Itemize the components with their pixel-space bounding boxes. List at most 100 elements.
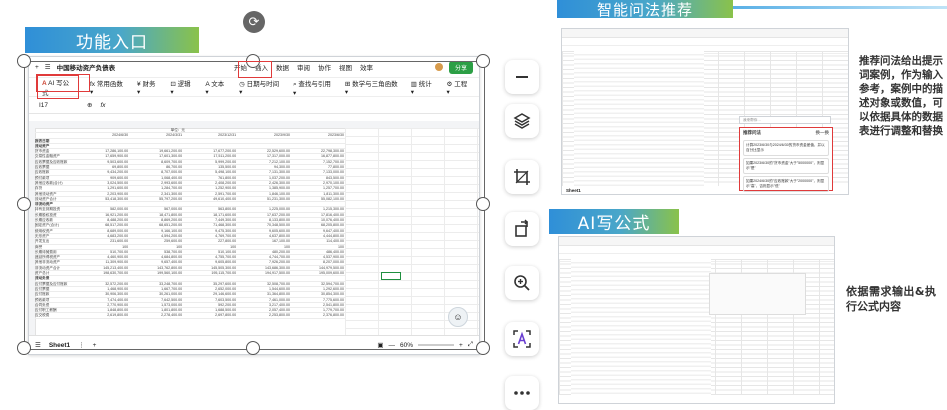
- table-cell[interactable]: 2,652,000.00: [183, 287, 237, 291]
- table-cell[interactable]: [129, 202, 183, 206]
- table-cell[interactable]: 227,800.00: [183, 239, 237, 243]
- row-label[interactable]: 非流动资产合计: [35, 266, 75, 270]
- table-cell[interactable]: 17,659,900.00: [75, 154, 129, 158]
- table-cell[interactable]: [75, 276, 129, 280]
- table-cell[interactable]: 77,800.00: [291, 165, 345, 169]
- table-cell[interactable]: 1,801,800.00: [129, 308, 183, 312]
- zoom-in-tool-button[interactable]: [505, 266, 539, 300]
- table-cell[interactable]: 7,133,000.00: [291, 170, 345, 174]
- table-cell[interactable]: 4,460,900.00: [75, 255, 129, 259]
- tab-data[interactable]: 数据: [276, 62, 289, 72]
- table-cell[interactable]: 2,619,800.00: [75, 313, 129, 317]
- table-cell[interactable]: 8,133,800.00: [237, 218, 291, 222]
- table-cell[interactable]: 68,517,200.00: [75, 223, 129, 227]
- empty-grid-area[interactable]: [345, 128, 479, 335]
- table-cell[interactable]: 8,488,200.00: [75, 218, 129, 222]
- table-cell[interactable]: 510,100.00: [183, 250, 237, 254]
- sheet-tab-sheet1[interactable]: Sheet1: [49, 342, 70, 349]
- table-cell[interactable]: 4,444,800.00: [291, 234, 345, 238]
- share-button[interactable]: 分享: [448, 60, 473, 74]
- zoom-out-button[interactable]: —: [388, 342, 395, 349]
- table-cell[interactable]: 4,744,700.00: [237, 255, 291, 259]
- table-cell[interactable]: 22,798,300.00: [291, 149, 345, 153]
- resize-handle-top-left[interactable]: [17, 54, 31, 68]
- table-cell[interactable]: 1,468,900.00: [75, 287, 129, 291]
- table-cell[interactable]: 9,166,100.00: [129, 229, 183, 233]
- table-cell[interactable]: 1,291,600.00: [75, 186, 129, 190]
- table-cell[interactable]: 761,800.00: [183, 176, 237, 180]
- row-label[interactable]: 报表日期: [35, 139, 75, 143]
- table-cell[interactable]: 1,225,000.00: [237, 207, 291, 211]
- table-cell[interactable]: 2024/3/31: [129, 133, 183, 137]
- table-cell[interactable]: 145,213,400.00: [75, 266, 129, 270]
- row-label[interactable]: 应付票据: [35, 287, 75, 291]
- table-cell[interactable]: [75, 144, 129, 148]
- table-cell[interactable]: 7,131,300.00: [237, 170, 291, 174]
- fullscreen-icon[interactable]: ⤢: [468, 341, 473, 349]
- table-cell[interactable]: [291, 276, 345, 280]
- row-label[interactable]: 资产总计: [35, 271, 75, 275]
- row-label[interactable]: 其他流动资产: [35, 192, 75, 196]
- text-button[interactable]: A 文本 ▾: [205, 78, 228, 96]
- table-cell[interactable]: 51,231,300.00: [237, 197, 291, 201]
- table-cell[interactable]: 4,637,800.00: [237, 234, 291, 238]
- table-cell[interactable]: 1,068,400.00: [129, 176, 183, 180]
- table-cell[interactable]: 2,541,800.00: [291, 303, 345, 307]
- table-cell[interactable]: 9,434,200.00: [75, 170, 129, 174]
- zoom-icon[interactable]: ⊕: [87, 101, 92, 109]
- table-cell[interactable]: 49,610,400.00: [183, 197, 237, 201]
- row-label[interactable]: 预付款项: [35, 176, 75, 180]
- table-cell[interactable]: 2,341,300.00: [129, 192, 183, 196]
- table-cell[interactable]: [75, 139, 129, 143]
- table-cell[interactable]: 9,647,400.00: [291, 229, 345, 233]
- table-cell[interactable]: 2,770,900.00: [75, 303, 129, 307]
- table-cell[interactable]: 30,261,000.00: [129, 292, 183, 296]
- table-cell[interactable]: 909,600.00: [75, 176, 129, 180]
- table-cell[interactable]: 1,037,200.00: [237, 176, 291, 180]
- table-cell[interactable]: 32,508,700.00: [237, 282, 291, 286]
- more-button[interactable]: [505, 376, 539, 410]
- table-cell[interactable]: 2,057,400.00: [237, 308, 291, 312]
- table-cell[interactable]: 70,348,500.00: [237, 223, 291, 227]
- table-cell[interactable]: [291, 139, 345, 143]
- table-cell[interactable]: 194,917,500.00: [237, 271, 291, 275]
- table-cell[interactable]: 2023/9/30: [237, 133, 291, 137]
- table-cell[interactable]: 55,082,100.00: [291, 197, 345, 201]
- table-cell[interactable]: [237, 144, 291, 148]
- table-cell[interactable]: 1,573,000.00: [129, 303, 183, 307]
- table-cell[interactable]: 31,364,800.00: [237, 292, 291, 296]
- resize-handle-bottom-right[interactable]: [476, 341, 490, 355]
- engineering-button[interactable]: ⚙ 工程 ▾: [447, 78, 471, 96]
- row-label[interactable]: 长期应收款: [35, 218, 75, 222]
- row-label[interactable]: 应付票据及应付账款: [35, 282, 75, 286]
- sheet-more-icon[interactable]: ⋮: [78, 341, 85, 349]
- table-cell[interactable]: 7,212,100.00: [237, 160, 291, 164]
- table-cell[interactable]: 1,284,700.00: [129, 186, 183, 190]
- lookup-button[interactable]: ⌕ 查找与引用 ▾: [293, 78, 334, 97]
- math-button[interactable]: ⊞ 数学与三角函数 ▾: [345, 78, 400, 96]
- tab-review[interactable]: 审阅: [297, 62, 310, 72]
- table-cell[interactable]: 7,926,200.00: [237, 260, 291, 264]
- table-cell[interactable]: 8,707,000.00: [129, 170, 183, 174]
- table-cell[interactable]: 9,605,800.00: [183, 260, 237, 264]
- row-label[interactable]: 应付账款: [35, 292, 75, 296]
- table-cell[interactable]: 2024/6/30: [75, 133, 129, 137]
- table-cell[interactable]: 4,537,900.00: [291, 255, 345, 259]
- table-cell[interactable]: 17,601,300.00: [129, 154, 183, 158]
- table-cell[interactable]: 1,848,800.00: [75, 308, 129, 312]
- table-cell[interactable]: [237, 139, 291, 143]
- table-cell[interactable]: 144,979,500.00: [291, 266, 345, 270]
- table-cell[interactable]: 30,906,300.00: [75, 292, 129, 296]
- table-cell[interactable]: 195,115,700.00: [183, 271, 237, 275]
- table-row[interactable]: 应交税费 2,619,800.00 2,278,400.00 2,697,800.00…: [35, 313, 345, 319]
- table-cell[interactable]: 2,426,300.00: [237, 181, 291, 185]
- table-cell[interactable]: 582,000.00: [75, 207, 129, 211]
- sheet-nav-icon[interactable]: ☰: [35, 341, 41, 349]
- row-label[interactable]: 应付职工薪酬: [35, 308, 75, 312]
- row-label[interactable]: 其他应收款(合计): [35, 181, 75, 185]
- row-label[interactable]: 长期待摊费用: [35, 250, 75, 254]
- table-cell[interactable]: 7,775,600.00: [291, 298, 345, 302]
- logic-button[interactable]: ⊡ 逻辑 ▾: [170, 78, 194, 96]
- table-cell[interactable]: [237, 276, 291, 280]
- row-label[interactable]: 递延所得税资产: [35, 255, 75, 259]
